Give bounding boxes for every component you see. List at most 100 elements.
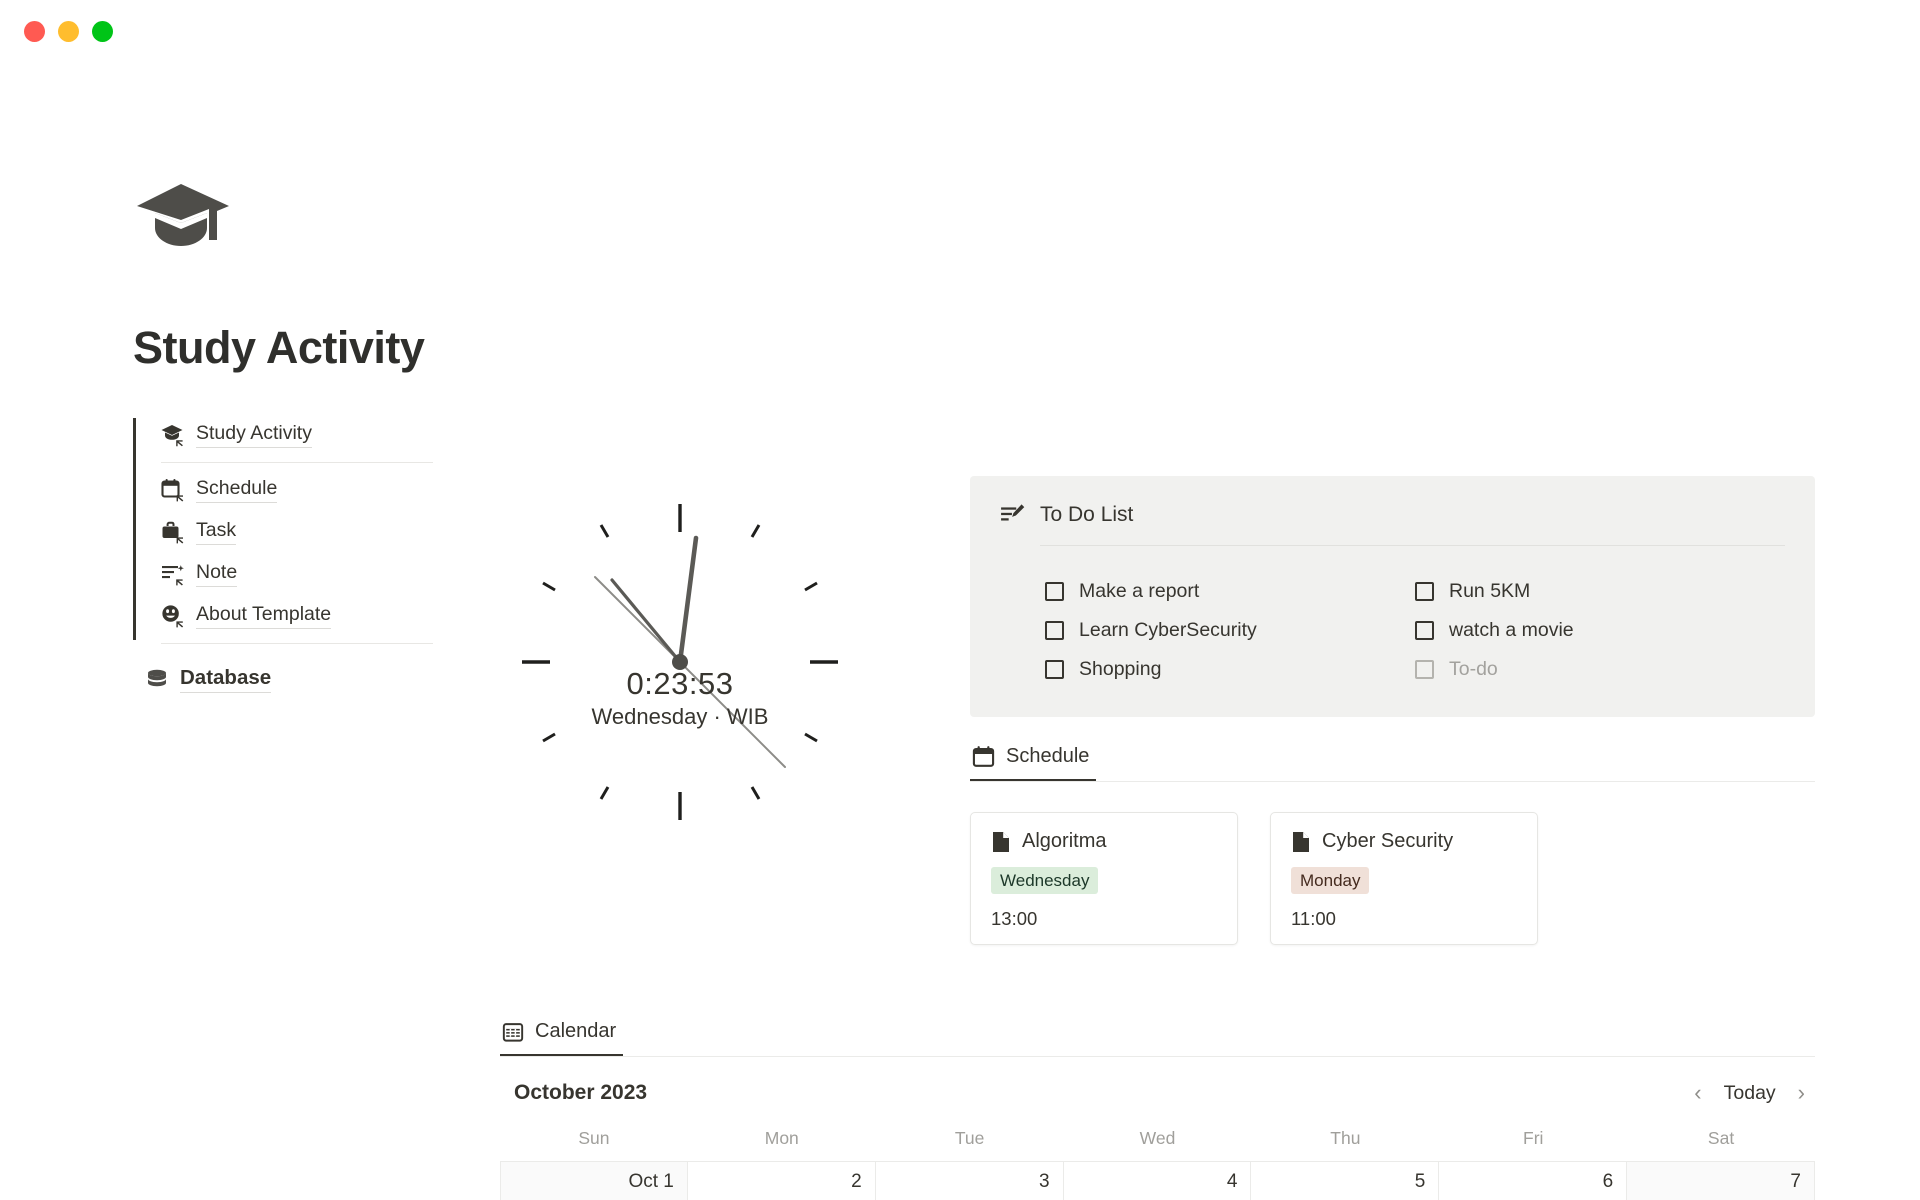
sidebar-item-note[interactable]: Note <box>161 553 553 595</box>
calendar-date-cell[interactable]: 6 <box>1439 1162 1628 1200</box>
right-column: To Do List Make a report Run 5KM Learn C… <box>970 476 1815 945</box>
schedule-card-tag: Wednesday <box>991 867 1099 895</box>
calendar-date-cell[interactable]: 3 <box>876 1162 1064 1200</box>
graduation-cap-icon <box>137 184 229 246</box>
calendar-day-name: Fri <box>1523 1128 1544 1148</box>
todo-checkbox[interactable] <box>1045 582 1064 601</box>
todo-item-label: Run 5KM <box>1449 580 1531 602</box>
page-icon <box>993 831 1009 852</box>
calendar-today-button[interactable]: Today <box>1724 1082 1776 1105</box>
todo-checkbox[interactable] <box>1415 660 1434 679</box>
todo-checkbox[interactable] <box>1045 660 1064 679</box>
todo-checkbox[interactable] <box>1415 621 1434 640</box>
calendar-date-cell[interactable]: Oct 1 <box>500 1162 688 1200</box>
calendar-date-cell[interactable]: 5 <box>1251 1162 1440 1200</box>
clock-face <box>522 504 838 820</box>
calendar-date-cell[interactable]: 2 <box>688 1162 876 1200</box>
calendar-day-name: Wed <box>1139 1128 1176 1148</box>
clock-hour-hand <box>610 578 682 664</box>
analog-clock-widget: 0:23:53 Wednesday · WIB <box>500 482 860 842</box>
todo-item-label: Shopping <box>1079 658 1162 680</box>
schedule-card-tag: Monday <box>1291 867 1370 895</box>
sidebar-item-task[interactable]: Task <box>161 511 553 553</box>
tab-schedule[interactable]: Schedule <box>970 745 1097 781</box>
calendar-header: October 2023 ‹ Today › <box>500 1080 1815 1106</box>
sidebar-rail <box>133 418 136 640</box>
calendar-day-names: Sun Mon Tue Wed Thu Fri Sat <box>500 1128 1815 1161</box>
sidebar-item-about-template[interactable]: About Template <box>161 595 553 637</box>
list-edit-icon <box>1001 504 1025 521</box>
window-titlebar <box>0 0 1920 62</box>
calendar-nav: ‹ Today › <box>1690 1080 1809 1106</box>
briefcase-link-icon <box>162 521 184 544</box>
todo-item-label: To-do <box>1449 658 1498 680</box>
page-title: Study Activity <box>133 322 425 373</box>
sidebar-item-study-activity[interactable]: Study Activity <box>161 414 553 456</box>
schedule-card-title: Algoritma <box>1022 830 1107 852</box>
calendar-day-name: Mon <box>764 1128 799 1148</box>
clock-minute-hand <box>677 535 699 665</box>
sidebar-divider-bottom <box>161 643 433 644</box>
todo-item[interactable]: Learn CyberSecurity <box>1045 611 1415 650</box>
sidebar-item-label: Note <box>196 561 238 587</box>
todo-item-label: Learn CyberSecurity <box>1079 619 1257 641</box>
schedule-card-header: Cyber Security <box>1291 830 1517 853</box>
schedule-tabbar: Schedule <box>970 745 1815 782</box>
calendar-month-label: October 2023 <box>514 1081 648 1104</box>
schedule-card-time: 13:00 <box>991 908 1038 930</box>
graduation-cap-link-icon <box>161 425 183 447</box>
tab-label: Calendar <box>535 1020 617 1042</box>
calendar-grid-icon <box>502 1022 524 1042</box>
page-icon <box>1293 831 1309 852</box>
chevron-left-icon[interactable]: ‹ <box>1690 1080 1705 1106</box>
schedule-card-header: Algoritma <box>991 830 1217 853</box>
window-minimize-button[interactable] <box>58 20 79 42</box>
sidebar-item-schedule[interactable]: Schedule <box>161 469 553 511</box>
tab-label: Schedule <box>1006 745 1090 767</box>
schedule-cards: Algoritma Wednesday 13:00 Cyber Security… <box>970 812 1815 945</box>
todo-items-grid: Make a report Run 5KM Learn CyberSecurit… <box>1000 572 1785 689</box>
schedule-card[interactable]: Cyber Security Monday 11:00 <box>1270 812 1538 945</box>
todo-item[interactable]: Shopping <box>1045 650 1415 689</box>
database-icon <box>148 669 166 686</box>
note-edit-link-icon <box>162 565 184 586</box>
calendar-day-name: Sun <box>578 1128 610 1148</box>
chevron-right-icon[interactable]: › <box>1794 1080 1809 1106</box>
schedule-card-title: Cyber Security <box>1322 830 1454 852</box>
todo-item[interactable]: watch a movie <box>1415 611 1785 650</box>
calendar-day-name: Tue <box>954 1128 985 1148</box>
sidebar-item-label: Schedule <box>196 477 278 503</box>
todo-item[interactable]: Run 5KM <box>1415 572 1785 611</box>
calendar-day-name: Sat <box>1707 1128 1735 1148</box>
todo-item[interactable]: Make a report <box>1045 572 1415 611</box>
window-close-button[interactable] <box>24 20 45 42</box>
sidebar-item-database[interactable]: Database <box>145 666 553 693</box>
calendar-section: Calendar October 2023 ‹ Today › Sun Mon … <box>500 1020 1815 1200</box>
schedule-card-time: 11:00 <box>1291 908 1336 930</box>
todo-item-label: Make a report <box>1079 580 1200 602</box>
todo-panel: To Do List Make a report Run 5KM Learn C… <box>970 476 1815 717</box>
sidebar-item-label: About Template <box>196 603 332 629</box>
sidebar-item-label: Study Activity <box>196 422 312 448</box>
clock-subtitle-text: Wednesday · WIB <box>591 704 769 729</box>
tab-calendar[interactable]: Calendar <box>500 1020 624 1056</box>
calendar-week-row: Oct 1 2 3 4 5 6 7 <box>500 1161 1815 1200</box>
calendar-day-name: Thu <box>1330 1128 1361 1148</box>
window-maximize-button[interactable] <box>92 20 113 42</box>
todo-divider <box>1040 545 1785 546</box>
todo-checkbox[interactable] <box>1415 582 1434 601</box>
todo-checkbox[interactable] <box>1045 621 1064 640</box>
page-content: Study Activity Study Activity Schedule T… <box>0 62 1920 1200</box>
todo-title: To Do List <box>1040 503 1134 526</box>
smiley-link-icon <box>162 605 184 628</box>
sidebar-divider-top <box>161 462 433 463</box>
todo-item-placeholder[interactable]: To-do <box>1415 650 1785 689</box>
todo-header: To Do List <box>1000 502 1785 528</box>
clock-time-text: 0:23:53 <box>626 666 734 701</box>
sidebar-nav: Study Activity Schedule Task Note About … <box>133 414 553 644</box>
calendar-date-cell[interactable]: 7 <box>1627 1162 1815 1200</box>
schedule-card[interactable]: Algoritma Wednesday 13:00 <box>970 812 1238 945</box>
calendar-date-cell[interactable]: 4 <box>1064 1162 1252 1200</box>
calendar-icon <box>972 746 995 767</box>
sidebar-item-label: Database <box>180 666 272 693</box>
